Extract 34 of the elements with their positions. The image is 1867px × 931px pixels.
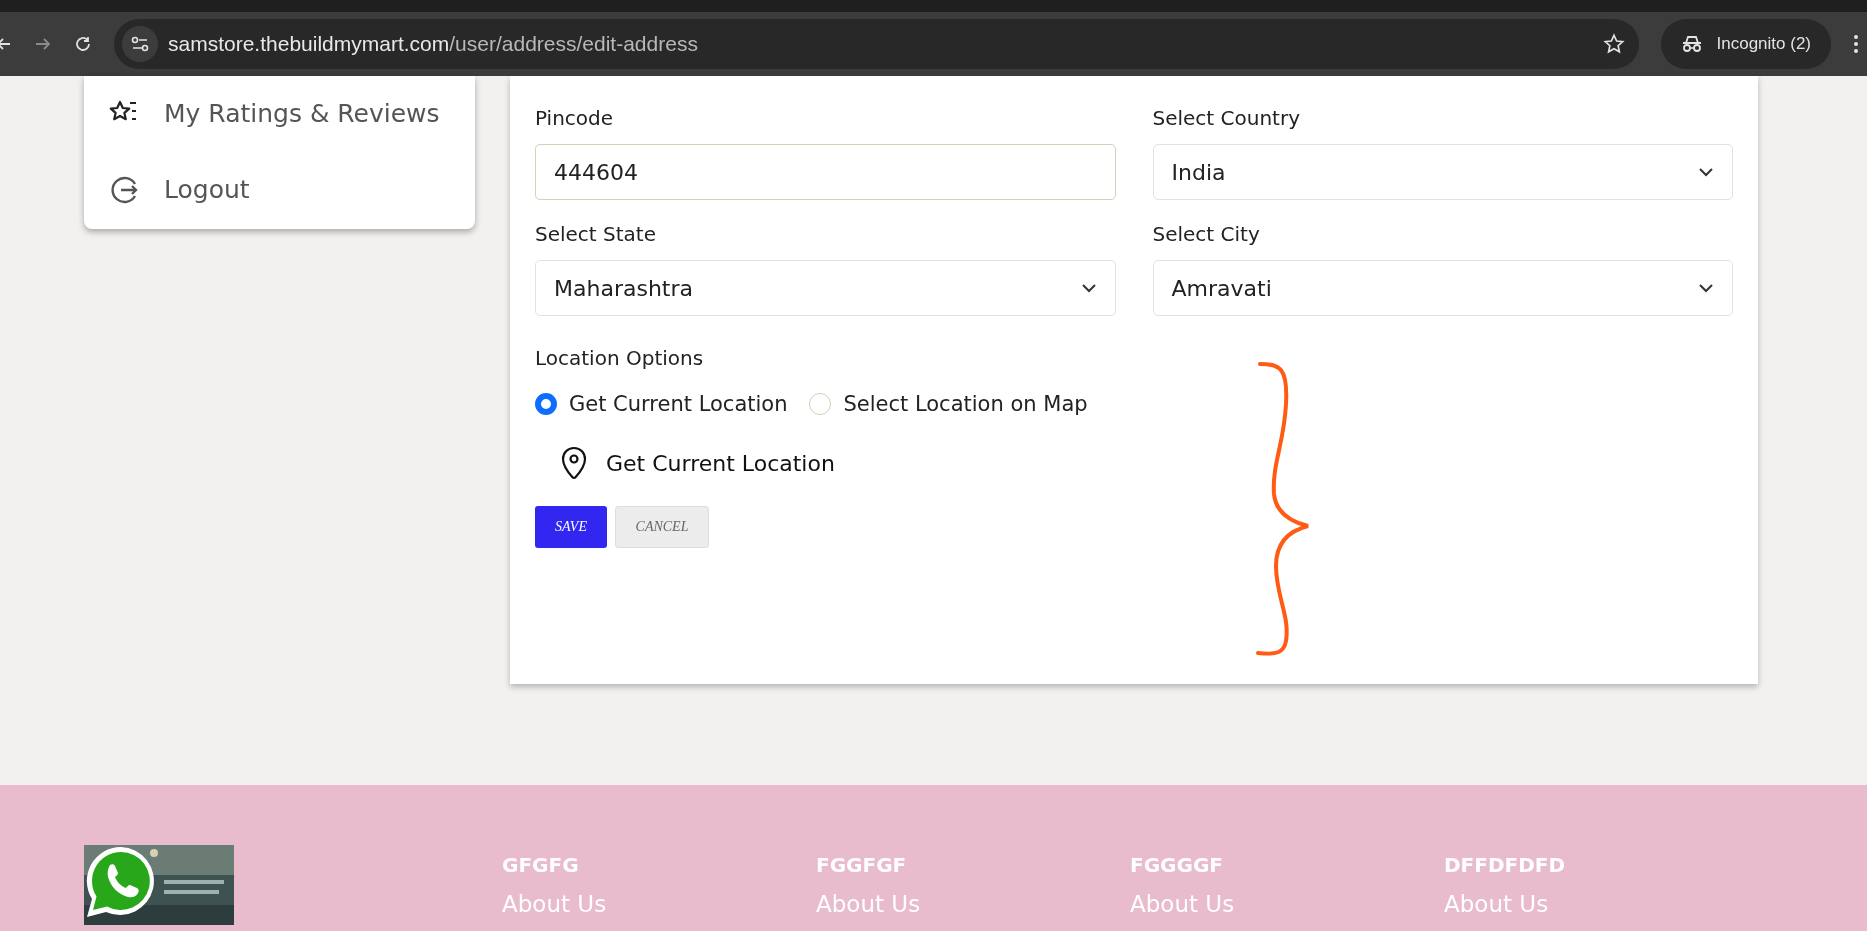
select-dropdown[interactable]: India	[1152, 144, 1733, 200]
back-icon[interactable]	[0, 36, 12, 52]
field-label: Pincode	[535, 106, 615, 130]
chevron-down-icon	[1698, 167, 1714, 177]
field-label: Select Country	[1152, 106, 1301, 130]
incognito-button[interactable]: Incognito (2)	[1660, 19, 1831, 69]
footer-heading: DFFDFDFD	[1444, 853, 1567, 877]
select-dropdown[interactable]: Amravati	[1152, 260, 1733, 316]
section-label: Location Options	[535, 346, 705, 370]
cancel-button[interactable]: CANCEL	[615, 506, 709, 548]
site-settings-icon[interactable]	[122, 26, 158, 62]
location-pin-icon	[560, 446, 588, 480]
reload-icon[interactable]	[74, 35, 92, 53]
save-button[interactable]: SAVE	[535, 506, 607, 548]
field-label: Select City	[1152, 222, 1261, 246]
address-bar[interactable]: samstore.thebuildmymart.com/user/address/edit-address	[114, 19, 1639, 69]
incognito-icon	[1680, 35, 1703, 53]
sidebar-item[interactable]: Logout	[108, 174, 451, 207]
radio-option[interactable]: Get Current Location	[535, 392, 788, 416]
radio-option[interactable]: Select Location on Map	[809, 392, 1088, 416]
field-label: Select State	[535, 222, 657, 246]
chevron-down-icon	[1698, 283, 1714, 293]
get-location-button[interactable]: Get Current Location	[560, 446, 835, 480]
footer-heading: FGGFGF	[816, 853, 908, 877]
chevron-down-icon	[1080, 283, 1097, 293]
bookmark-star-icon[interactable]	[1602, 33, 1625, 55]
sidebar-item[interactable]: My Ratings & Reviews	[108, 98, 451, 129]
select-dropdown[interactable]: Maharashtra	[535, 260, 1116, 316]
footer-heading: GFGFG	[502, 853, 580, 877]
url-text: samstore.thebuildmymart.com/user/address/edit-address	[168, 32, 699, 56]
footer-heading: FGGGGF	[1130, 853, 1224, 877]
menu-icon[interactable]	[1853, 34, 1859, 54]
pincode-field[interactable]: 444604	[535, 144, 1116, 200]
forward-icon[interactable]	[34, 36, 52, 52]
